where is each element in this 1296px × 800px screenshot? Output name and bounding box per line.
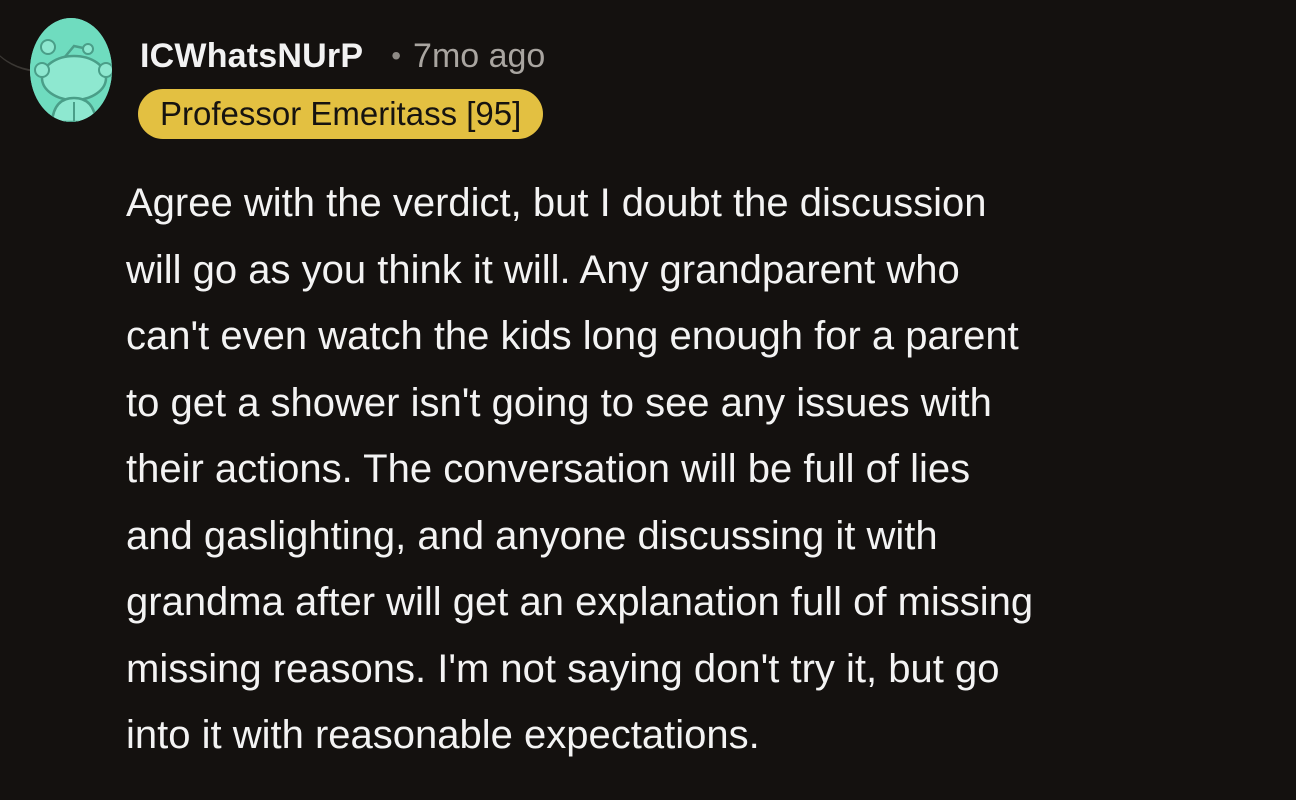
comment-timestamp[interactable]: 7mo ago: [413, 37, 545, 76]
comment-body-line: grandma after will get an explanation fu…: [126, 580, 1034, 624]
comment: ICWhatsNUrP • 7mo ago Professor Emeritas…: [0, 0, 1296, 800]
user-flair-badge: Professor Emeritass [95]: [138, 89, 544, 139]
username-link[interactable]: ICWhatsNUrP: [140, 37, 363, 76]
comment-body-line: missing reasons. I'm not saying don't tr…: [126, 646, 1000, 691]
comment-body-line: their actions. The conversation will be …: [126, 447, 971, 491]
comment-body-line: into it with reasonable expectations.: [126, 713, 760, 757]
comment-body: Agree with the verdict, but I doubt the …: [126, 170, 1276, 769]
comment-header: ICWhatsNUrP • 7mo ago: [140, 26, 545, 86]
user-avatar-icon[interactable]: [30, 18, 112, 122]
meta-separator: •: [391, 40, 402, 71]
comment-body-line: will go as you think it will. Any grandp…: [126, 247, 960, 292]
comment-body-line: can't even watch the kids long enough fo…: [126, 314, 1019, 358]
comment-body-line: to get a shower isn't going to see any i…: [126, 380, 992, 425]
comment-body-line: Agree with the verdict, but I doubt the …: [126, 181, 987, 225]
comment-body-line: and gaslighting, and anyone discussing i…: [126, 513, 938, 558]
